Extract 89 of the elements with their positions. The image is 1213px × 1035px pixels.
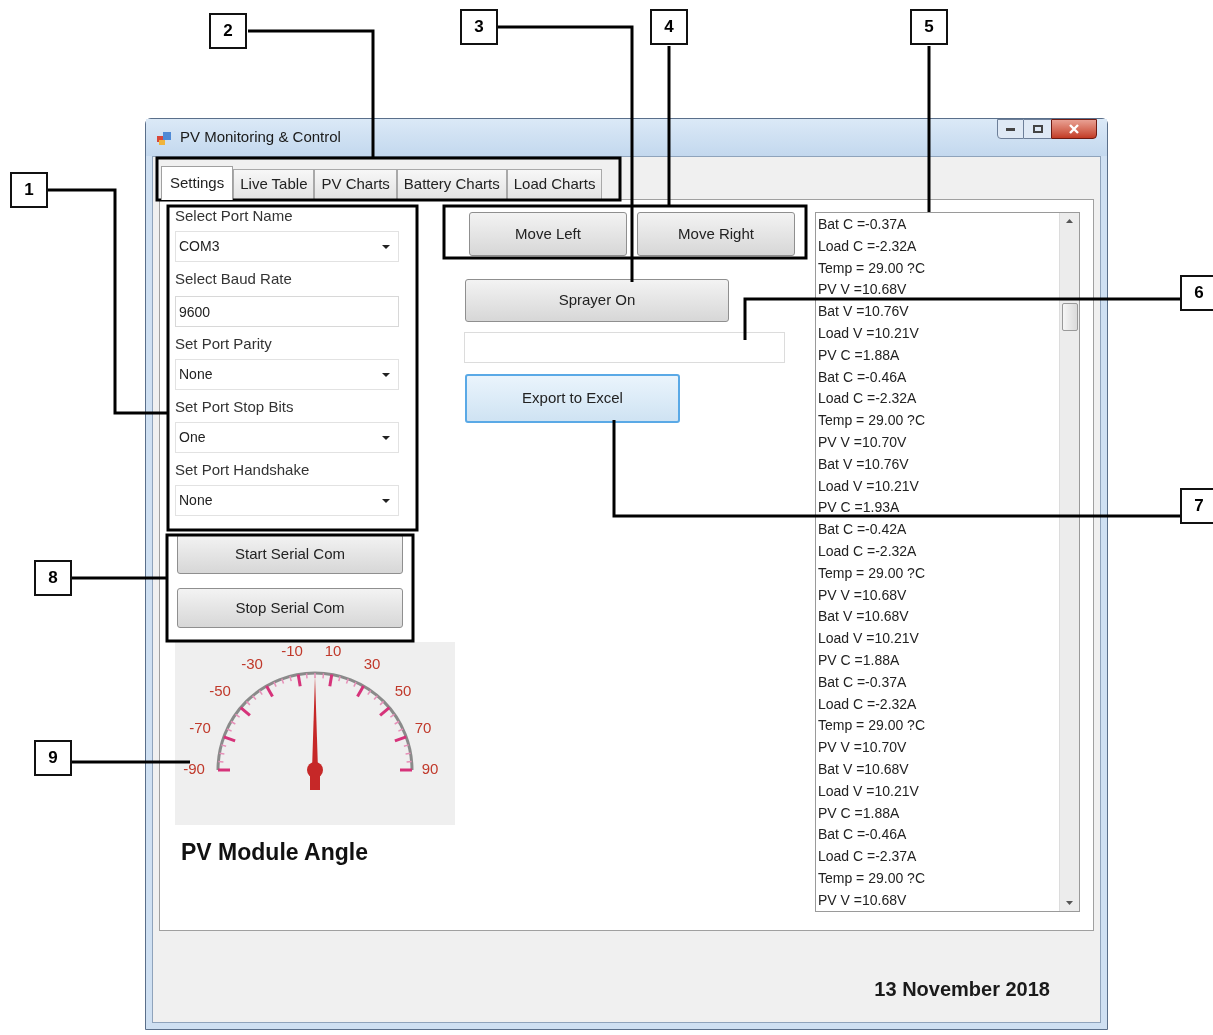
app-icon (156, 129, 172, 146)
export-button[interactable]: Export to Excel (465, 374, 680, 423)
field-label: Select Baud Rate (175, 270, 293, 288)
tab[interactable]: Load Charts (506, 169, 603, 199)
log-entry[interactable]: PV V =10.70V (818, 431, 1059, 454)
gauge-label: -30 (241, 655, 263, 672)
caret-icon (382, 372, 390, 377)
field-label: Set Port Stop Bits (175, 398, 295, 416)
callout-number: 5 (910, 9, 948, 45)
gauge-label: 90 (421, 760, 439, 777)
callout-number: 4 (650, 9, 688, 45)
scroll-thumb[interactable] (1061, 303, 1078, 331)
dropdown[interactable]: None (175, 359, 399, 390)
log-entry[interactable]: Bat C =-0.37A (818, 671, 1059, 694)
log-entry[interactable]: Bat V =10.68V (818, 758, 1059, 781)
log-entry[interactable]: Load C =-2.32A (818, 388, 1059, 411)
input-field[interactable] (464, 332, 785, 363)
log-entry[interactable]: Load C =-2.32A (818, 693, 1059, 716)
log-entry[interactable]: Load V =10.21V (818, 628, 1059, 650)
field-label: Set Port Parity (175, 335, 273, 353)
maximize-button[interactable] (1024, 119, 1051, 139)
serial-button[interactable]: Start Serial Com (177, 534, 403, 574)
dropdown[interactable]: One (175, 422, 399, 453)
gauge-label: -50 (209, 682, 231, 699)
callout-number: 9 (34, 740, 72, 776)
callout-number: 7 (1180, 488, 1213, 524)
tab[interactable]: Settings (161, 166, 234, 200)
field-label: Select Port Name (175, 207, 294, 225)
move-button[interactable]: Move Right (637, 212, 795, 256)
log-entry[interactable]: Bat V =10.76V (818, 453, 1059, 476)
gauge-title: PV Module Angle (181, 838, 369, 867)
log-entry[interactable]: PV V =10.68V (818, 279, 1059, 302)
log-entry[interactable]: Temp = 29.00 ?C (818, 562, 1059, 585)
log-entry[interactable]: PV C =1.88A (818, 802, 1059, 825)
log-entry[interactable]: Temp = 29.00 ?C (818, 257, 1059, 280)
log-list[interactable] (815, 212, 1080, 912)
callout-number: 3 (460, 9, 498, 45)
log-entry[interactable]: Temp = 29.00 ?C (818, 715, 1059, 738)
serial-button[interactable]: Stop Serial Com (177, 588, 403, 628)
log-entry[interactable]: PV V =10.68V (818, 889, 1059, 911)
log-entry[interactable]: Temp = 29.00 ?C (818, 410, 1059, 432)
log-entry[interactable]: Load C =-2.32A (818, 540, 1059, 563)
tab[interactable]: PV Charts (314, 169, 397, 199)
dropdown[interactable]: COM3 (175, 231, 399, 262)
log-entry[interactable]: Load V =10.21V (818, 475, 1059, 498)
log-entry[interactable]: Load C =-2.32A (818, 235, 1059, 258)
log-entry[interactable]: Bat C =-0.37A (818, 214, 1059, 236)
log-entry[interactable]: PV V =10.68V (818, 584, 1059, 607)
log-entry[interactable]: Bat C =-0.42A (818, 519, 1059, 541)
log-entry[interactable]: Load V =10.21V (818, 780, 1059, 803)
callout-number: 1 (10, 172, 48, 208)
window-title: PV Monitoring & Control (180, 127, 341, 148)
date-label: 13 November 2018 (874, 977, 1050, 1002)
log-entry[interactable]: Load V =10.21V (818, 323, 1059, 345)
move-button[interactable]: Move Left (469, 212, 627, 256)
dropdown[interactable]: None (175, 485, 399, 516)
input-field[interactable]: 9600 (175, 296, 399, 327)
caret-icon (382, 435, 390, 440)
log-entry[interactable]: Load C =-2.37A (818, 846, 1059, 868)
log-entry[interactable]: Temp = 29.00 ?C (818, 867, 1059, 890)
field-label: Set Port Handshake (175, 461, 311, 479)
log-entry[interactable]: Bat C =-0.46A (818, 824, 1059, 847)
callout-number: 8 (34, 560, 72, 596)
log-entry[interactable]: Bat C =-0.46A (818, 366, 1059, 389)
scroll-down-icon[interactable] (1066, 901, 1073, 905)
gauge-label: -70 (189, 719, 211, 736)
minimize-button[interactable] (997, 119, 1024, 139)
gauge-label: 50 (394, 682, 412, 699)
close-icon (1068, 124, 1080, 134)
scroll-up-icon[interactable] (1066, 219, 1073, 223)
log-entry[interactable]: PV C =1.88A (818, 344, 1059, 367)
log-entry[interactable]: PV V =10.70V (818, 737, 1059, 759)
log-entry[interactable]: PV C =1.93A (818, 497, 1059, 520)
gauge-label: 70 (414, 719, 432, 736)
callout-number: 2 (209, 13, 247, 49)
log-entry[interactable]: Bat V =10.76V (818, 301, 1059, 323)
gauge-label: 10 (324, 642, 342, 659)
callout-number: 6 (1180, 275, 1213, 311)
gauge-label: 30 (363, 655, 381, 672)
caret-icon (382, 498, 390, 503)
tab[interactable]: Battery Charts (396, 169, 507, 199)
close-button[interactable] (1051, 119, 1097, 139)
sprayer-button[interactable]: Sprayer On (465, 279, 729, 322)
log-entry[interactable]: PV C =1.88A (818, 649, 1059, 672)
log-entry[interactable]: Bat V =10.68V (818, 606, 1059, 629)
gauge-label: -90 (183, 760, 205, 777)
tab[interactable]: Live Table (233, 169, 315, 199)
caret-icon (382, 244, 390, 249)
gauge-label: -10 (281, 642, 303, 659)
